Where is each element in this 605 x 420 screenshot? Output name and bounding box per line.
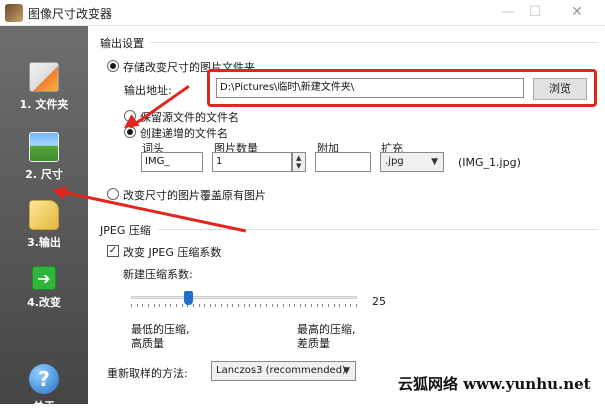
sidebar-item-label: 4.改变 bbox=[27, 296, 61, 309]
output-folder-icon bbox=[29, 200, 59, 230]
low-quality-label: 差质量 bbox=[297, 337, 330, 350]
slider-tick bbox=[305, 304, 306, 307]
slider-tick bbox=[148, 304, 149, 307]
path-highlight-box bbox=[207, 69, 597, 107]
app-icon bbox=[5, 4, 23, 22]
overwrite-radio[interactable] bbox=[107, 188, 119, 200]
resample-value: Lanczos3 (recommended) bbox=[216, 365, 346, 376]
change-jpeg-label: 改变 JPEG 压缩系数 bbox=[123, 246, 222, 259]
resample-label: 重新取样的方法: bbox=[107, 367, 188, 380]
group-divider bbox=[158, 229, 598, 230]
slider-tick bbox=[249, 304, 250, 307]
picture-size-icon bbox=[29, 132, 59, 162]
overwrite-label: 改变尺寸的图片覆盖原有图片 bbox=[123, 189, 266, 202]
sidebar-item-size[interactable]: 2. 尺寸 bbox=[0, 126, 88, 188]
slider-tick bbox=[137, 304, 138, 307]
slider-tick bbox=[283, 304, 284, 307]
high-quality-label: 高质量 bbox=[131, 337, 164, 350]
slider-tick bbox=[215, 304, 216, 307]
slider-tick bbox=[300, 304, 301, 307]
sidebar-item-label: 1. 文件夹 bbox=[19, 98, 69, 111]
folder-files-icon bbox=[29, 62, 59, 92]
extension-value: .jpg bbox=[385, 156, 404, 167]
slider-tick bbox=[182, 304, 183, 307]
create-increment-name-label: 创建递增的文件名 bbox=[140, 127, 228, 140]
count-stepper[interactable]: ▲ ▼ bbox=[292, 152, 306, 172]
stepper-down-icon[interactable]: ▼ bbox=[296, 162, 301, 170]
sidebar-item-label: 2. 尺寸 bbox=[25, 168, 63, 181]
new-factor-label: 新建压缩系数: bbox=[123, 268, 193, 281]
sidebar-item-output[interactable]: 3.输出 bbox=[0, 194, 88, 256]
maximize-button[interactable]: ☐ bbox=[524, 2, 546, 22]
chevron-down-icon: ▼ bbox=[431, 157, 438, 167]
slider-tick bbox=[244, 304, 245, 307]
slider-tick bbox=[311, 304, 312, 307]
compression-slider[interactable] bbox=[131, 288, 357, 310]
slider-tick bbox=[345, 304, 346, 307]
change-arrow-icon: ➔ bbox=[32, 266, 56, 290]
slider-tick bbox=[221, 304, 222, 307]
watermark: 云狐网络 www.yunhu.net bbox=[398, 370, 603, 398]
slider-track bbox=[131, 296, 357, 299]
slider-tick bbox=[204, 304, 205, 307]
slider-tick bbox=[199, 304, 200, 307]
slider-tick bbox=[272, 304, 273, 307]
sidebar-item-label: 关于 bbox=[33, 400, 55, 413]
sidebar-item-folder[interactable]: 1. 文件夹 bbox=[0, 56, 88, 118]
compression-value: 25 bbox=[372, 295, 386, 308]
sidebar: 1. 文件夹 2. 尺寸 3.输出 ➔ 4.改变 ? 关于 bbox=[0, 26, 88, 413]
slider-tick bbox=[328, 304, 329, 307]
chevron-down-icon: ▼ bbox=[343, 366, 350, 376]
slider-tick bbox=[317, 304, 318, 307]
slider-tick bbox=[131, 304, 132, 307]
slider-tick bbox=[193, 304, 194, 307]
annotation-arrow-icon bbox=[119, 114, 140, 134]
minimize-button[interactable]: — bbox=[497, 2, 519, 22]
slider-tick bbox=[339, 304, 340, 307]
help-icon: ? bbox=[29, 364, 59, 394]
slider-tick bbox=[159, 304, 160, 307]
output-address-label: 输出地址: bbox=[124, 84, 172, 97]
slider-thumb[interactable] bbox=[184, 291, 193, 305]
slider-tick bbox=[294, 304, 295, 307]
slider-tick bbox=[334, 304, 335, 307]
slider-tick bbox=[154, 304, 155, 307]
resample-select[interactable]: Lanczos3 (recommended) ▼ bbox=[211, 361, 356, 381]
slider-tick bbox=[277, 304, 278, 307]
example-filename: (IMG_1.jpg) bbox=[458, 156, 521, 169]
group-divider bbox=[150, 42, 598, 43]
sidebar-item-change[interactable]: ➔ 4.改变 bbox=[0, 258, 88, 320]
slider-tick bbox=[238, 304, 239, 307]
slider-tick bbox=[170, 304, 171, 307]
prefix-field[interactable]: IMG_ bbox=[141, 152, 203, 172]
close-button[interactable]: ✕ bbox=[566, 2, 588, 22]
stepper-up-icon[interactable]: ▲ bbox=[296, 154, 301, 162]
slider-tick bbox=[255, 304, 256, 307]
slider-tick bbox=[142, 304, 143, 307]
slider-ticks bbox=[131, 304, 357, 308]
slider-tick bbox=[176, 304, 177, 307]
slider-tick bbox=[227, 304, 228, 307]
slider-tick bbox=[356, 304, 357, 307]
slider-tick bbox=[266, 304, 267, 307]
title-bar: 图像尺寸改变器 — ☐ ✕ bbox=[0, 0, 605, 26]
slider-tick bbox=[210, 304, 211, 307]
slider-tick bbox=[232, 304, 233, 307]
append-field[interactable] bbox=[315, 152, 371, 172]
slider-tick bbox=[350, 304, 351, 307]
slider-tick bbox=[260, 304, 261, 307]
sidebar-item-label: 3.输出 bbox=[27, 236, 61, 249]
count-field[interactable]: 1 bbox=[212, 152, 292, 172]
change-jpeg-checkbox[interactable]: ✓ bbox=[107, 245, 119, 257]
slider-tick bbox=[165, 304, 166, 307]
window-title: 图像尺寸改变器 bbox=[28, 7, 113, 21]
sidebar-item-about[interactable]: ? 关于 bbox=[0, 358, 88, 420]
jpeg-group-title: JPEG 压缩 bbox=[100, 224, 151, 237]
slider-tick bbox=[289, 304, 290, 307]
extension-select[interactable]: .jpg ▼ bbox=[380, 152, 444, 172]
output-settings-title: 输出设置 bbox=[100, 37, 144, 50]
annotation-arrow-icon bbox=[50, 183, 68, 200]
slider-tick bbox=[322, 304, 323, 307]
save-to-folder-radio[interactable] bbox=[107, 60, 119, 72]
